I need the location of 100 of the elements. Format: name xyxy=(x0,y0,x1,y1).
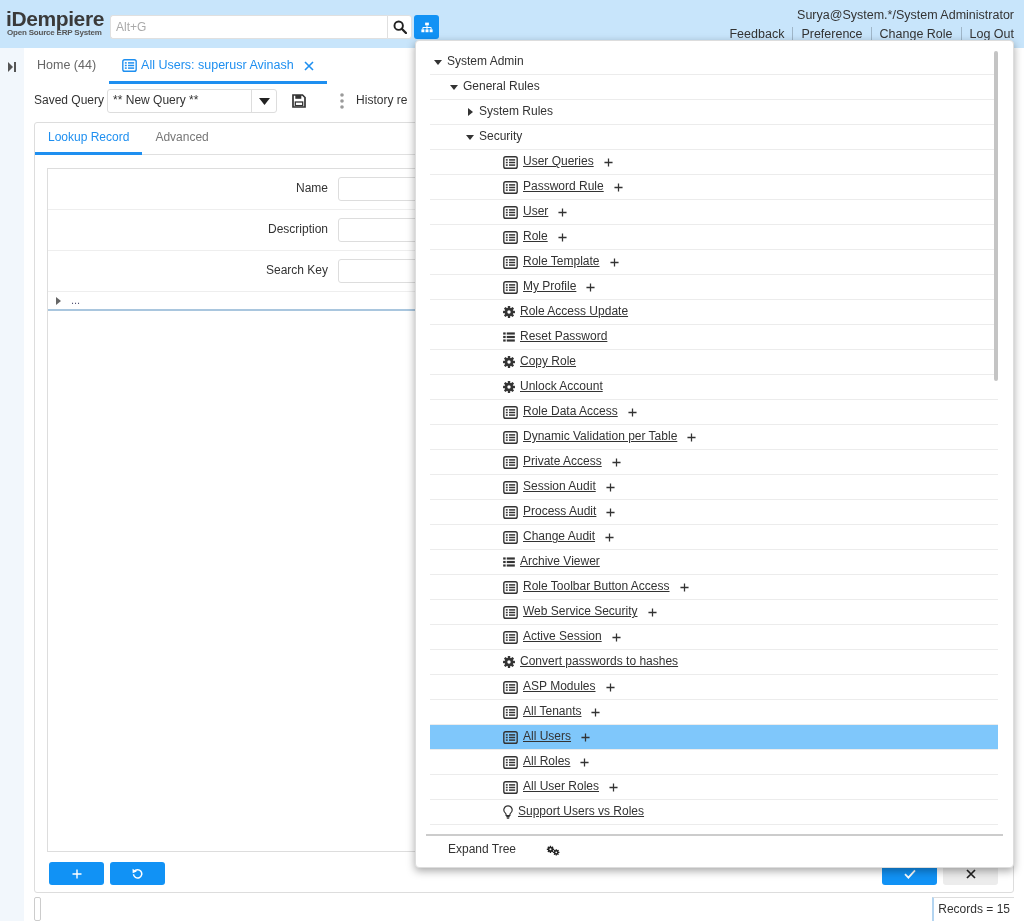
add-record-icon[interactable] xyxy=(605,682,615,692)
add-record-icon[interactable] xyxy=(605,532,615,542)
check-icon xyxy=(903,868,916,879)
add-record-icon[interactable] xyxy=(591,707,601,717)
add-record-icon[interactable] xyxy=(611,632,621,642)
add-record-icon[interactable] xyxy=(679,582,689,592)
menu-link[interactable]: Reset Password xyxy=(520,329,608,345)
menu-link[interactable]: Password Rule xyxy=(523,179,604,195)
menu-tree-row[interactable]: ASP Modules xyxy=(430,675,998,700)
menu-link[interactable]: Private Access xyxy=(523,454,602,470)
reset-button[interactable] xyxy=(110,862,165,886)
plus-icon xyxy=(71,868,82,879)
window-tab[interactable]: All Users: superusr Avinash xyxy=(109,50,327,84)
menu-tree-row[interactable]: Support Users vs Roles xyxy=(430,800,998,825)
menu-tree-row[interactable]: All Roles xyxy=(430,750,998,775)
header-link[interactable]: Feedback xyxy=(721,27,793,42)
add-record-icon[interactable] xyxy=(611,457,621,467)
list-icon xyxy=(503,332,515,342)
menu-link[interactable]: My Profile xyxy=(523,279,577,295)
text-input-field[interactable] xyxy=(338,177,418,201)
caret-right-icon[interactable] xyxy=(56,296,61,305)
menu-tree-row[interactable]: Archive Viewer xyxy=(430,550,998,575)
menu-link[interactable]: Unlock Account xyxy=(520,379,603,395)
find-tab[interactable]: Lookup Record xyxy=(35,123,143,155)
add-record-icon[interactable] xyxy=(609,257,619,267)
add-record-icon[interactable] xyxy=(606,507,616,517)
search-button[interactable] xyxy=(387,15,412,39)
window-icon xyxy=(503,255,518,269)
menu-link[interactable]: Role xyxy=(523,229,548,245)
add-record-icon[interactable] xyxy=(603,157,613,167)
window-icon xyxy=(503,630,518,644)
caret-down-icon[interactable] xyxy=(434,59,442,65)
add-record-icon[interactable] xyxy=(609,782,619,792)
sidebar-toggle-icon[interactable] xyxy=(8,62,16,72)
menu-tree-row[interactable]: Private Access xyxy=(430,450,998,475)
menu-link[interactable]: All Roles xyxy=(523,754,571,770)
menu-tree-row[interactable]: Web Service Security xyxy=(430,600,998,625)
menu-link[interactable]: Web Service Security xyxy=(523,604,638,620)
close-icon[interactable] xyxy=(303,60,314,71)
menu-link[interactable]: Role Access Update xyxy=(520,304,629,320)
new-button[interactable] xyxy=(49,862,104,886)
menu-link[interactable]: Role Toolbar Button Access xyxy=(523,579,670,595)
menu-link[interactable]: Role Data Access xyxy=(523,404,618,420)
text-input-field[interactable] xyxy=(338,259,418,283)
menu-link[interactable]: User Queries xyxy=(523,154,594,170)
menu-tree-row[interactable]: Role Toolbar Button Access xyxy=(430,575,998,600)
window-icon xyxy=(503,780,518,794)
caret-right-icon[interactable] xyxy=(467,108,473,116)
menu-link[interactable]: Copy Role xyxy=(520,354,577,370)
menu-link[interactable]: User xyxy=(523,204,549,220)
menu-link[interactable]: All Users xyxy=(523,729,571,745)
menu-link[interactable]: All Tenants xyxy=(523,704,582,720)
add-record-icon[interactable] xyxy=(580,757,590,767)
menu-link[interactable]: Process Audit xyxy=(523,504,597,520)
menu-link[interactable]: Convert passwords to hashes xyxy=(520,654,679,670)
text-input-field[interactable] xyxy=(338,218,418,242)
more-fields-toggle[interactable]: ... xyxy=(71,295,81,306)
menu-link[interactable]: Change Audit xyxy=(523,529,596,545)
find-tab[interactable]: Advanced xyxy=(142,123,222,155)
caret-down-icon[interactable] xyxy=(450,84,458,90)
menu-link[interactable]: Active Session xyxy=(523,629,602,645)
add-record-icon[interactable] xyxy=(558,207,568,217)
menu-link[interactable]: All User Roles xyxy=(523,779,600,795)
window-icon xyxy=(503,405,518,419)
window-tab[interactable]: Home (44) xyxy=(24,50,110,84)
scrollbar-thumb[interactable] xyxy=(994,51,998,381)
menu-link[interactable]: ASP Modules xyxy=(523,679,596,695)
add-record-icon[interactable] xyxy=(647,607,657,617)
save-icon[interactable] xyxy=(292,94,307,108)
add-record-icon[interactable] xyxy=(581,732,590,742)
menu-link[interactable]: Role Template xyxy=(523,254,600,270)
menu-link[interactable]: Session Audit xyxy=(523,479,596,495)
add-record-icon[interactable] xyxy=(605,482,615,492)
menu-tree-button[interactable] xyxy=(414,15,439,39)
gears-icon[interactable] xyxy=(546,844,562,856)
add-record-icon[interactable] xyxy=(627,407,637,417)
menu-tree-row[interactable]: Process Audit xyxy=(430,500,998,525)
saved-query-dropdown[interactable]: ** New Query ** xyxy=(107,89,278,113)
menu-link[interactable]: Support Users vs Roles xyxy=(518,804,645,820)
search-field[interactable]: Alt+G xyxy=(110,15,387,39)
add-record-icon[interactable] xyxy=(586,282,596,292)
add-record-icon[interactable] xyxy=(687,432,697,442)
menu-tree-row[interactable]: All Users xyxy=(430,725,998,750)
menu-link[interactable]: Dynamic Validation per Table xyxy=(523,429,678,445)
more-options-icon[interactable] xyxy=(340,93,345,109)
menu-tree-row[interactable]: Dynamic Validation per Table xyxy=(430,425,998,450)
add-record-icon[interactable] xyxy=(613,182,623,192)
menu-link[interactable]: Archive Viewer xyxy=(520,554,600,570)
add-record-icon[interactable] xyxy=(557,232,567,242)
expand-tree-toggle[interactable]: Expand Tree xyxy=(448,842,517,858)
menu-tree-row[interactable]: Role Data Access xyxy=(430,400,998,425)
menu-tree-row[interactable]: Convert passwords to hashes xyxy=(430,650,998,675)
window-icon xyxy=(503,680,518,694)
menu-tree-row[interactable]: Unlock Account xyxy=(430,375,998,400)
menu-tree-row[interactable]: All User Roles xyxy=(430,775,998,800)
menu-tree-row[interactable]: Active Session xyxy=(430,625,998,650)
menu-tree-row[interactable]: Session Audit xyxy=(430,475,998,500)
caret-down-icon[interactable] xyxy=(466,134,474,140)
menu-tree-row[interactable]: Change Audit xyxy=(430,525,998,550)
window-icon xyxy=(503,180,518,194)
